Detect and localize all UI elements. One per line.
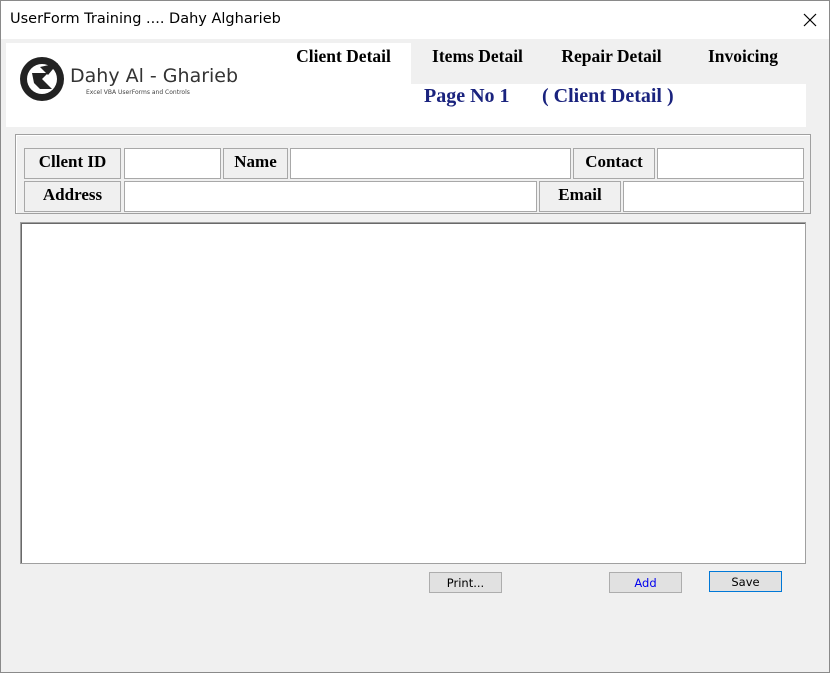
tab-invoicing[interactable]: Invoicing	[679, 43, 807, 84]
contact-label: Contact	[573, 148, 655, 179]
client-id-label: Cllent ID	[24, 148, 121, 179]
contact-input[interactable]	[657, 148, 804, 179]
email-input[interactable]	[623, 181, 804, 212]
logo-tagline: Excel VBA UserForms and Controls	[86, 89, 190, 96]
tab-strip: Client Detail Items Detail Repair Detail…	[276, 43, 807, 84]
logo-name: Dahy Al - Gharieb	[70, 65, 239, 87]
logo-emblem-icon	[20, 57, 64, 101]
page-section-heading: ( Client Detail )	[542, 85, 674, 107]
close-button[interactable]	[797, 7, 823, 33]
email-label: Email	[539, 181, 621, 212]
client-fields-panel: Cllent ID Name Contact Address Email	[15, 134, 811, 214]
print-button[interactable]: Print...	[429, 572, 502, 593]
title-bar: UserForm Training .... Dahy Algharieb	[1, 1, 829, 39]
close-icon	[803, 13, 817, 27]
name-input[interactable]	[290, 148, 571, 179]
tab-repair-detail[interactable]: Repair Detail	[544, 43, 679, 84]
client-id-input[interactable]	[124, 148, 221, 179]
brand-logo: Dahy Al - Gharieb Excel VBA UserForms an…	[18, 55, 238, 105]
window-title: UserForm Training .... Dahy Algharieb	[10, 11, 281, 27]
name-label: Name	[223, 148, 288, 179]
address-label: Address	[24, 181, 121, 212]
add-button[interactable]: Add	[609, 572, 682, 593]
page-number-heading: Page No 1	[424, 85, 510, 107]
save-button[interactable]: Save	[709, 571, 782, 592]
tab-items-detail[interactable]: Items Detail	[411, 43, 544, 84]
records-listbox[interactable]	[20, 222, 806, 564]
address-input[interactable]	[124, 181, 537, 212]
userform-window: UserForm Training .... Dahy Algharieb Da…	[0, 0, 830, 673]
tab-client-detail[interactable]: Client Detail	[276, 43, 411, 84]
